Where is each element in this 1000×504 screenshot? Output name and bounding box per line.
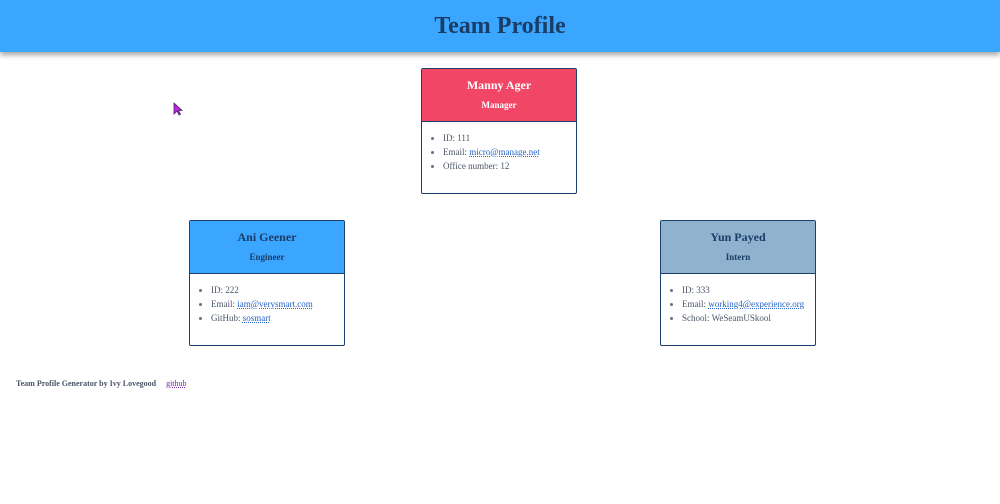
- detail-email: Email: working4@experience.org: [682, 297, 815, 311]
- employee-details: ID: 222 Email: iam@verysmart.com GitHub:…: [190, 283, 344, 325]
- manager-card: Manny Ager Manager ID: 111 Email: micro@…: [421, 68, 577, 194]
- page-footer: Team Profile Generator by Ivy Lovegood g…: [16, 379, 187, 389]
- employee-role: Intern: [725, 252, 751, 262]
- page-title: Team Profile: [434, 12, 566, 39]
- detail-id: ID: 333: [682, 283, 815, 297]
- employee-role: Engineer: [249, 252, 285, 262]
- detail-github: GitHub: sosmart: [211, 311, 344, 325]
- email-link[interactable]: micro@manage.net: [469, 147, 540, 157]
- card-header: Ani Geener Engineer: [190, 221, 344, 273]
- engineer-card: Ani Geener Engineer ID: 222 Email: iam@v…: [189, 220, 345, 346]
- email-link[interactable]: iam@verysmart.com: [237, 299, 313, 309]
- footer-credit: Team Profile Generator by Ivy Lovegood: [16, 379, 157, 388]
- intern-card: Yun Payed Intern ID: 333 Email: working4…: [660, 220, 816, 346]
- office-number: 12: [500, 161, 510, 171]
- github-link[interactable]: sosmart: [243, 313, 271, 323]
- school-name: WeSeamUSkool: [711, 313, 771, 323]
- card-body: ID: 111 Email: micro@manage.net Office n…: [422, 121, 576, 173]
- employee-id: 222: [225, 285, 239, 295]
- card-header: Manny Ager Manager: [422, 69, 576, 121]
- card-header: Yun Payed Intern: [661, 221, 815, 273]
- detail-school: School: WeSeamUSkool: [682, 311, 815, 325]
- page-header: Team Profile: [0, 0, 1000, 52]
- detail-email: Email: iam@verysmart.com: [211, 297, 344, 311]
- employee-details: ID: 111 Email: micro@manage.net Office n…: [422, 131, 576, 173]
- employee-id: 111: [457, 133, 471, 143]
- mouse-pointer-icon: [173, 102, 183, 116]
- detail-id: ID: 222: [211, 283, 344, 297]
- employee-details: ID: 333 Email: working4@experience.org S…: [661, 283, 815, 325]
- card-body: ID: 333 Email: working4@experience.org S…: [661, 273, 815, 325]
- detail-id: ID: 111: [443, 131, 576, 145]
- employee-name: Ani Geener: [237, 230, 297, 244]
- employee-id: 333: [696, 285, 710, 295]
- detail-office: Office number: 12: [443, 159, 576, 173]
- employee-role: Manager: [481, 100, 517, 110]
- email-link[interactable]: working4@experience.org: [708, 299, 804, 309]
- card-body: ID: 222 Email: iam@verysmart.com GitHub:…: [190, 273, 344, 325]
- detail-email: Email: micro@manage.net: [443, 145, 576, 159]
- employee-name: Manny Ager: [466, 78, 532, 92]
- footer-github-link[interactable]: github: [166, 379, 186, 388]
- employee-name: Yun Payed: [710, 230, 766, 244]
